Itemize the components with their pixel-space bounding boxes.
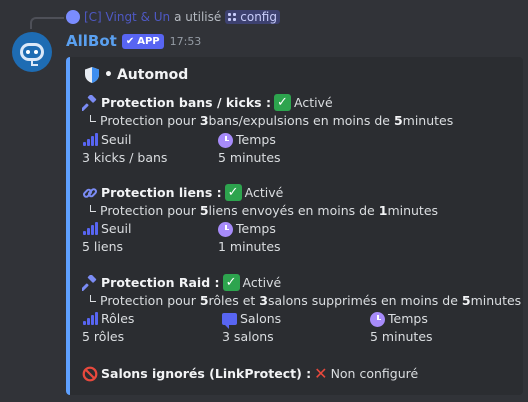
field-raid-channels: Salons 3 salons (222, 311, 282, 344)
command-name: config (240, 10, 277, 24)
chat-bubble-icon (222, 313, 237, 329)
clock-icon (218, 221, 233, 237)
command-icon (228, 12, 237, 22)
signal-bars-icon (82, 133, 98, 147)
section-raid-header: Protection Raid : ✓ Activé (82, 274, 281, 291)
embed-title: • Automod (84, 66, 188, 84)
reply-arrow-icon (90, 115, 96, 122)
field-links-threshold: Seuil 5 liens (82, 221, 132, 254)
bot-avatar[interactable] (12, 32, 52, 72)
reply-context[interactable]: [C] Vingt & Un a utilisé config (66, 8, 280, 26)
hammer-icon (82, 94, 98, 111)
field-bans-time: Temps 5 minutes (218, 132, 281, 165)
reply-arrow-icon (90, 205, 96, 212)
link-icon (82, 185, 98, 201)
reply-verb: a utilisé (174, 10, 222, 24)
bot-logo-icon (20, 43, 44, 66)
message-timestamp[interactable]: 17:53 (170, 35, 202, 48)
field-bans-threshold: Seuil 3 kicks / bans (82, 132, 168, 165)
clock-icon (370, 311, 385, 327)
reply-arrow-icon (90, 295, 96, 302)
message-header: AllBot ✔ APP 17:53 (66, 31, 201, 51)
section-raid-description: Protection pour 5 rôles et 3 salons supp… (82, 293, 521, 309)
field-raid-roles: Rôles 5 rôles (82, 311, 135, 344)
section-ignored-channels: Salons ignorés (LinkProtect) : ✕ Non con… (82, 366, 418, 382)
embed-card: • Automod Protection bans / kicks : ✓ Ac… (66, 57, 523, 395)
shield-icon (85, 67, 99, 83)
prohibited-icon (82, 366, 98, 382)
check-icon: ✓ (224, 184, 242, 201)
section-links-header: Protection liens : ✓ Activé (82, 184, 283, 201)
signal-bars-icon (82, 312, 98, 326)
cross-mark-icon: ✕ (314, 364, 328, 383)
slash-command-mention[interactable]: config (225, 10, 280, 24)
section-bans-header: Protection bans / kicks : ✓ Activé (82, 94, 333, 111)
field-links-time: Temps 1 minutes (218, 221, 281, 254)
check-icon: ✓ (273, 94, 291, 111)
hammer-icon (82, 274, 98, 291)
reply-username[interactable]: [C] Vingt & Un (84, 10, 170, 24)
field-raid-time: Temps 5 minutes (370, 311, 433, 344)
section-links-description: Protection pour 5 liens envoyés en moins… (82, 203, 438, 219)
verified-check-icon: ✔ (125, 35, 135, 47)
app-badge: ✔ APP (121, 33, 164, 49)
signal-bars-icon (82, 222, 98, 236)
check-icon: ✓ (222, 274, 240, 291)
author-name[interactable]: AllBot (66, 32, 117, 50)
section-bans-description: Protection pour 3 bans/expulsions en moi… (82, 113, 453, 129)
clock-icon (218, 132, 233, 148)
reply-avatar[interactable] (66, 10, 80, 24)
reply-connector (30, 17, 64, 29)
